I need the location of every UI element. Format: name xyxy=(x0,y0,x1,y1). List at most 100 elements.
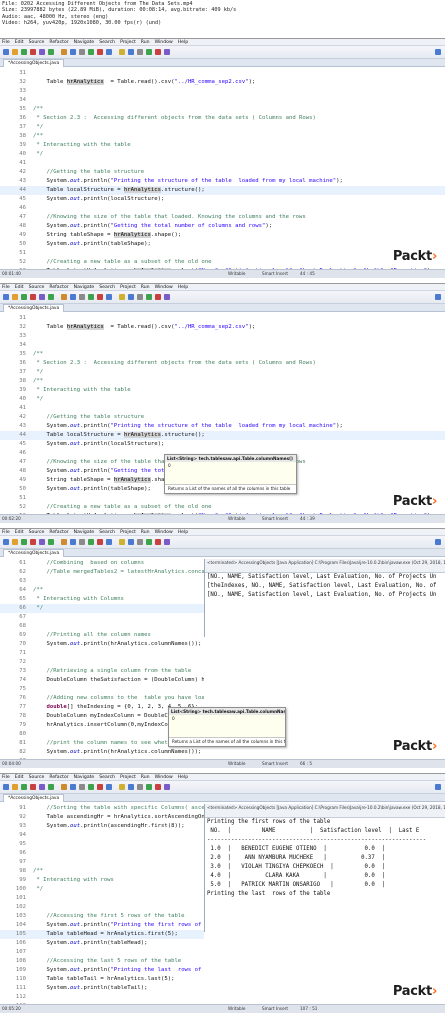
menu-item-search[interactable]: Search xyxy=(99,40,115,45)
toolbar-button-icon[interactable] xyxy=(106,539,112,545)
toolbar-button-icon[interactable] xyxy=(128,784,134,790)
menu-item-window[interactable]: Window xyxy=(155,285,173,290)
menu-item-refactor[interactable]: Refactor xyxy=(49,40,68,45)
menu-item-edit[interactable]: Edit xyxy=(15,530,24,535)
menu-item-project[interactable]: Project xyxy=(120,285,136,290)
menu-item-file[interactable]: File xyxy=(2,530,10,535)
menu-item-navigate[interactable]: Navigate xyxy=(74,775,95,780)
toolbar-button-icon[interactable] xyxy=(12,539,18,545)
console-view[interactable]: <terminated> AccessingObjects [Java Appl… xyxy=(204,804,445,932)
toolbar-button-icon[interactable] xyxy=(88,49,94,55)
perspective-java-icon[interactable] xyxy=(435,784,441,790)
toolbar-button-icon[interactable] xyxy=(79,49,85,55)
toolbar-button-icon[interactable] xyxy=(106,784,112,790)
toolbar-button-icon[interactable] xyxy=(128,294,134,300)
toolbar-button-icon[interactable] xyxy=(21,49,27,55)
toolbar-button-icon[interactable] xyxy=(61,784,67,790)
toolbar-button-icon[interactable] xyxy=(164,294,170,300)
toolbar-button-icon[interactable] xyxy=(155,539,161,545)
toolbar-button-icon[interactable] xyxy=(12,49,18,55)
toolbar-button-icon[interactable] xyxy=(79,784,85,790)
toolbar-button-icon[interactable] xyxy=(39,539,45,545)
toolbar-button-icon[interactable] xyxy=(70,539,76,545)
menu-item-help[interactable]: Help xyxy=(178,530,188,535)
toolbar-button-icon[interactable] xyxy=(97,49,103,55)
menu-item-project[interactable]: Project xyxy=(120,40,136,45)
toolbar-button-icon[interactable] xyxy=(119,784,125,790)
menu-item-navigate[interactable]: Navigate xyxy=(74,530,95,535)
menu-item-help[interactable]: Help xyxy=(178,775,188,780)
toolbar-button-icon[interactable] xyxy=(12,784,18,790)
toolbar-button-icon[interactable] xyxy=(21,539,27,545)
menu-item-source[interactable]: Source xyxy=(29,285,45,290)
toolbar-button-icon[interactable] xyxy=(97,539,103,545)
perspective-java-icon[interactable] xyxy=(435,294,441,300)
toolbar-button-icon[interactable] xyxy=(128,49,134,55)
toolbar-button-icon[interactable] xyxy=(39,49,45,55)
menu-item-help[interactable]: Help xyxy=(178,285,188,290)
toolbar-button-icon[interactable] xyxy=(79,294,85,300)
menu-item-navigate[interactable]: Navigate xyxy=(74,40,95,45)
menu-item-refactor[interactable]: Refactor xyxy=(49,775,68,780)
toolbar-button-icon[interactable] xyxy=(21,784,27,790)
toolbar-button-icon[interactable] xyxy=(70,784,76,790)
toolbar-button-icon[interactable] xyxy=(128,539,134,545)
menu-item-window[interactable]: Window xyxy=(155,775,173,780)
perspective-java-icon[interactable] xyxy=(435,539,441,545)
toolbar-button-icon[interactable] xyxy=(3,49,9,55)
toolbar-button-icon[interactable] xyxy=(137,784,143,790)
toolbar-button-icon[interactable] xyxy=(155,49,161,55)
toolbar-button-icon[interactable] xyxy=(30,784,36,790)
toolbar-button-icon[interactable] xyxy=(61,294,67,300)
menu-item-source[interactable]: Source xyxy=(29,530,45,535)
menu-item-run[interactable]: Run xyxy=(141,40,150,45)
toolbar-button-icon[interactable] xyxy=(146,539,152,545)
menu-item-source[interactable]: Source xyxy=(29,40,45,45)
toolbar-button-icon[interactable] xyxy=(70,294,76,300)
menu-item-refactor[interactable]: Refactor xyxy=(49,530,68,535)
menu-item-file[interactable]: File xyxy=(2,285,10,290)
menu-item-search[interactable]: Search xyxy=(99,775,115,780)
perspective-java-icon[interactable] xyxy=(435,49,441,55)
menu-item-refactor[interactable]: Refactor xyxy=(49,285,68,290)
toolbar-button-icon[interactable] xyxy=(21,294,27,300)
toolbar-button-icon[interactable] xyxy=(155,784,161,790)
toolbar-button-icon[interactable] xyxy=(119,49,125,55)
code-editor[interactable]: 91 //Sorting the table with specific Col… xyxy=(0,804,204,1004)
menu-item-search[interactable]: Search xyxy=(99,530,115,535)
toolbar-button-icon[interactable] xyxy=(48,294,54,300)
editor-tab-accessing-objects[interactable]: *AccessingObjects.java xyxy=(3,794,65,802)
toolbar-button-icon[interactable] xyxy=(164,539,170,545)
toolbar-button-icon[interactable] xyxy=(12,294,18,300)
code-editor[interactable]: 31 32 Table hrAnalytics = Table.read().cs… xyxy=(0,69,445,269)
toolbar-button-icon[interactable] xyxy=(79,539,85,545)
menu-item-edit[interactable]: Edit xyxy=(15,775,24,780)
menu-item-edit[interactable]: Edit xyxy=(15,40,24,45)
menu-item-file[interactable]: File xyxy=(2,775,10,780)
menu-item-run[interactable]: Run xyxy=(141,775,150,780)
toolbar-button-icon[interactable] xyxy=(97,294,103,300)
toolbar-button-icon[interactable] xyxy=(39,294,45,300)
toolbar-button-icon[interactable] xyxy=(137,49,143,55)
editor-tab-accessing-objects[interactable]: *AccessingObjects.java xyxy=(3,304,65,312)
toolbar-button-icon[interactable] xyxy=(30,539,36,545)
menu-item-file[interactable]: File xyxy=(2,40,10,45)
menu-item-project[interactable]: Project xyxy=(120,775,136,780)
editor-tab-accessing-objects[interactable]: *AccessingObjects.java xyxy=(3,59,65,67)
menu-item-window[interactable]: Window xyxy=(155,40,173,45)
toolbar-button-icon[interactable] xyxy=(48,539,54,545)
menu-item-run[interactable]: Run xyxy=(141,285,150,290)
toolbar-button-icon[interactable] xyxy=(61,539,67,545)
menu-item-help[interactable]: Help xyxy=(178,40,188,45)
menu-item-navigate[interactable]: Navigate xyxy=(74,285,95,290)
toolbar-button-icon[interactable] xyxy=(119,539,125,545)
menu-item-source[interactable]: Source xyxy=(29,775,45,780)
console-view[interactable]: <terminated> AccessingObjects [Java Appl… xyxy=(204,559,445,637)
toolbar-button-icon[interactable] xyxy=(137,539,143,545)
toolbar-button-icon[interactable] xyxy=(30,294,36,300)
toolbar-button-icon[interactable] xyxy=(70,49,76,55)
toolbar-button-icon[interactable] xyxy=(97,784,103,790)
editor-tab-accessing-objects[interactable]: *AccessingObjects.java xyxy=(3,549,65,557)
toolbar-button-icon[interactable] xyxy=(137,294,143,300)
toolbar-button-icon[interactable] xyxy=(3,539,9,545)
